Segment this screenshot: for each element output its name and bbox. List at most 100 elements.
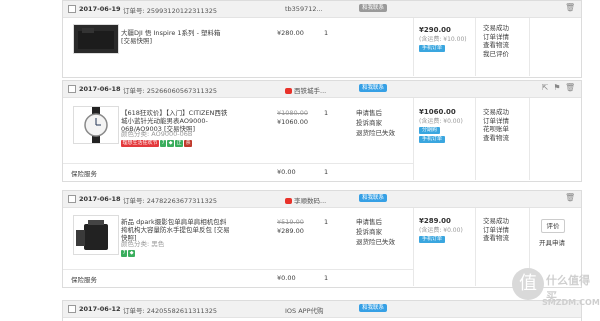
shop-name[interactable]: tb359712... xyxy=(285,5,323,13)
watermark-logo: 值 xyxy=(512,268,544,300)
total-amount: ¥1060.00 xyxy=(419,108,456,116)
7-day-return-icon: 7 xyxy=(160,140,167,147)
installment-badge: 分期购 xyxy=(419,127,441,134)
shipping-fee: (含运费: ¥0.00) xyxy=(419,227,463,234)
order-detail-link[interactable]: 订单详情 xyxy=(483,33,509,42)
trash-icon[interactable]: 🗑 xyxy=(565,194,575,202)
view-logistics-link[interactable]: 查看物流 xyxy=(483,134,509,143)
status-text: 交易成功 xyxy=(483,108,509,116)
product-quantity: 1 xyxy=(324,218,329,226)
product-quantity: 1 xyxy=(324,29,329,37)
view-logistics-link[interactable]: 查看物流 xyxy=(483,41,509,50)
apply-after-sales-link[interactable]: 申请售后 xyxy=(356,108,395,118)
tmall-icon xyxy=(285,88,292,94)
mobile-order-badge: 手机订单 xyxy=(419,45,446,52)
invoice-icon: 票 xyxy=(184,140,193,147)
order-status-links: 交易成功 订单详情 查看物流 我已评价 xyxy=(483,24,509,58)
reviewed-link[interactable]: 我已评价 xyxy=(483,50,509,59)
insurance-label: 保险服务 xyxy=(71,276,97,284)
trash-icon[interactable]: 🗑 xyxy=(565,4,575,12)
tmall-icon xyxy=(285,198,292,204)
watch-image xyxy=(84,107,108,143)
contact-seller-button[interactable]: 和我联系 xyxy=(359,304,388,312)
order-number: 订单号: 24782263677311325 xyxy=(123,197,218,205)
evaluate-button[interactable]: 评价 xyxy=(541,219,565,233)
order-checkbox[interactable] xyxy=(68,85,76,93)
promo-badge: 理想生活狂欢节 xyxy=(121,140,160,147)
order-header: 2017-06-12 订单号: 24205582611311325 IOS AP… xyxy=(63,301,581,318)
shop-label: 李顺数码... xyxy=(294,197,327,205)
shipping-fee: (含运费: ¥0.00) xyxy=(419,118,463,125)
contact-seller-button[interactable]: 和我联系 xyxy=(359,194,388,202)
order-number: 订单号: 24205582611311325 xyxy=(123,307,218,315)
insurance-quantity: 1 xyxy=(324,274,329,282)
original-price: ¥1080.00 xyxy=(277,109,309,117)
product-title[interactable]: 大疆DJI 悟 Inspire 1系列 - 塑料箱 [交易快照] xyxy=(121,29,231,45)
order-total: ¥289.00 (含运费: ¥0.00) 手机订单 xyxy=(419,217,463,243)
product-attribute: 颜色分类: AO9000-06B xyxy=(121,130,193,138)
shop-name[interactable]: 李顺数码... xyxy=(285,195,326,205)
watermark-site: SMZDM.COM xyxy=(542,298,600,307)
product-thumbnail[interactable] xyxy=(73,24,119,54)
contact-seller-button[interactable]: 和我联系 xyxy=(359,84,388,92)
order-date: 2017-06-19 xyxy=(79,5,121,13)
guarantee-icon: ◆ xyxy=(167,140,175,147)
order-total: ¥1060.00 (含运费: ¥0.00) 分期购 手机订单 xyxy=(419,108,463,143)
genuine-icon: 正 xyxy=(175,140,184,147)
product-attribute: 颜色分类: 黑色 xyxy=(121,240,165,248)
case-image xyxy=(78,28,114,49)
order-detail-link[interactable]: 订单详情 xyxy=(483,117,509,126)
status-text: 交易成功 xyxy=(483,217,509,225)
insurance-price: ¥0.00 xyxy=(277,168,296,176)
order-card: 2017-06-18 订单号: 25266060567311325 西铁城手..… xyxy=(62,80,582,182)
shop-name[interactable]: 西铁城手... xyxy=(285,85,326,95)
order-header: 2017-06-19 订单号: 25993120122311325 tb3597… xyxy=(63,1,581,18)
after-sales-links: 申请售后 投诉商家 退货险已失效 xyxy=(356,108,395,138)
order-date: 2017-06-18 xyxy=(79,195,121,203)
order-number: 订单号: 25266060567311325 xyxy=(123,87,218,95)
order-status-links: 交易成功 订单详情 花呗账单 查看物流 xyxy=(483,108,509,142)
order-header: 2017-06-18 订单号: 25266060567311325 西铁城手..… xyxy=(63,81,581,98)
bag-image xyxy=(76,220,108,250)
shipping-fee: (含运费: ¥10.00) xyxy=(419,36,467,43)
promo-badges: 7 ◆ xyxy=(121,248,136,257)
total-amount: ¥289.00 xyxy=(419,217,451,225)
share-icon[interactable]: ⇱ xyxy=(541,84,549,92)
complain-seller-link[interactable]: 投诉商家 xyxy=(356,118,395,128)
product-price: ¥289.00 xyxy=(277,227,304,235)
product-thumbnail[interactable] xyxy=(73,215,119,255)
order-detail-link[interactable]: 订单详情 xyxy=(483,226,509,235)
contact-seller-button[interactable]: 和我联系 xyxy=(359,4,388,12)
order-card: 2017-06-12 订单号: 24205582611311325 IOS AP… xyxy=(62,300,582,321)
complain-seller-link[interactable]: 投诉商家 xyxy=(356,227,395,237)
insurance-label: 保险服务 xyxy=(71,170,97,178)
guarantee-icon: ◆ xyxy=(128,250,136,257)
trash-icon[interactable]: 🗑 xyxy=(565,84,575,92)
shop-label: 西铁城手... xyxy=(294,87,327,95)
order-card: 2017-06-19 订单号: 25993120122311325 tb3597… xyxy=(62,0,582,78)
order-checkbox[interactable] xyxy=(68,5,76,13)
order-header: 2017-06-18 订单号: 24782263677311325 李顺数码..… xyxy=(63,191,581,208)
product-price: ¥280.00 xyxy=(277,29,304,37)
mobile-order-badge: 手机订单 xyxy=(419,236,446,243)
order-checkbox[interactable] xyxy=(68,195,76,203)
watermark: 值 什么值得买 SMZDM.COM xyxy=(512,268,600,312)
order-date: 2017-06-12 xyxy=(79,305,121,313)
after-sales-links: 申请售后 投诉商家 退货险已失效 xyxy=(356,217,395,247)
product-quantity: 1 xyxy=(324,109,329,117)
huabei-bill-link[interactable]: 花呗账单 xyxy=(483,125,509,134)
insurance-price: ¥0.00 xyxy=(277,274,296,282)
7-day-return-icon: 7 xyxy=(121,250,128,257)
return-insurance-status: 退货险已失效 xyxy=(356,129,395,137)
order-checkbox[interactable] xyxy=(68,305,76,313)
shop-name[interactable]: IOS APP代购 xyxy=(285,305,324,315)
order-date: 2017-06-18 xyxy=(79,85,121,93)
invoice-request-link[interactable]: 开具申请 xyxy=(539,237,565,247)
view-logistics-link[interactable]: 查看物流 xyxy=(483,234,509,243)
order-total: ¥290.00 (含运费: ¥10.00) 手机订单 xyxy=(419,26,467,52)
product-thumbnail[interactable] xyxy=(73,106,119,144)
apply-after-sales-link[interactable]: 申请售后 xyxy=(356,217,395,227)
insurance-quantity: 1 xyxy=(324,168,329,176)
flag-icon[interactable]: ⚑ xyxy=(553,84,561,92)
status-text: 交易成功 xyxy=(483,24,509,32)
